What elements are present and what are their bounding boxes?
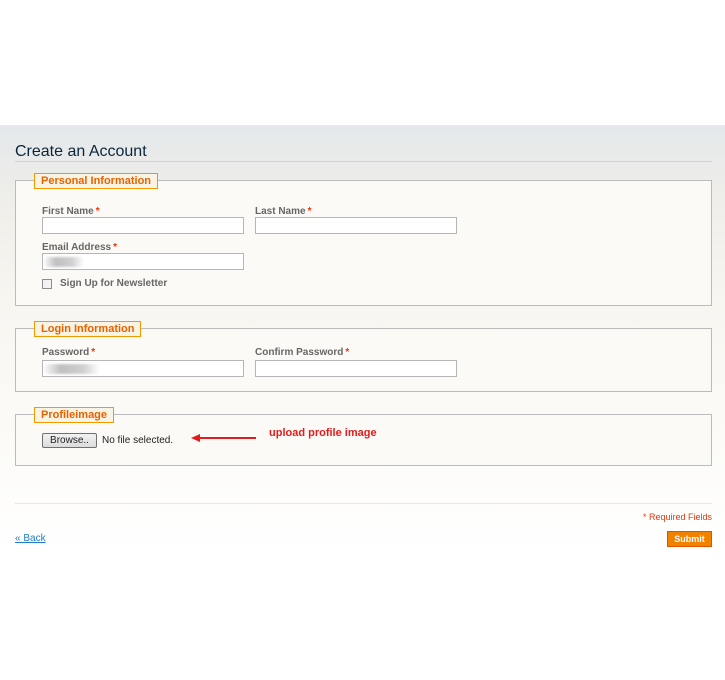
redacted-value bbox=[44, 257, 84, 267]
last-name-input[interactable] bbox=[255, 217, 457, 234]
required-fields-note: * Required Fields bbox=[642, 512, 712, 522]
last-name-label-text: Last Name bbox=[255, 206, 306, 217]
required-asterisk: * bbox=[91, 347, 96, 358]
first-name-input[interactable] bbox=[42, 217, 244, 234]
email-label-text: Email Address bbox=[42, 242, 112, 253]
page-title: Create an Account bbox=[15, 143, 147, 160]
last-name-label: Last Name * bbox=[255, 206, 311, 217]
personal-information-legend: Personal Information bbox=[34, 173, 159, 189]
email-input[interactable] bbox=[42, 253, 244, 270]
upload-annotation: upload profile image bbox=[269, 427, 377, 439]
email-label: Email Address * bbox=[42, 242, 117, 253]
confirm-password-label: Confirm Password * bbox=[255, 347, 349, 358]
required-asterisk: * bbox=[95, 206, 100, 217]
password-input[interactable] bbox=[42, 360, 244, 377]
title-divider bbox=[15, 161, 712, 162]
newsletter-label: Sign Up for Newsletter bbox=[60, 278, 168, 289]
first-name-label-text: First Name bbox=[42, 206, 94, 217]
required-asterisk: * bbox=[345, 347, 350, 358]
back-link[interactable]: « Back bbox=[15, 533, 46, 544]
profile-image-fieldset: Profileimage Browse.. No file selected. … bbox=[15, 407, 712, 466]
confirm-password-input[interactable] bbox=[255, 360, 457, 377]
required-asterisk: * bbox=[113, 242, 118, 253]
required-asterisk: * bbox=[307, 206, 312, 217]
browse-file-button[interactable]: Browse.. bbox=[42, 433, 97, 448]
submit-button[interactable]: Submit bbox=[667, 531, 712, 547]
personal-information-fieldset: Personal Information First Name * Last Na… bbox=[15, 173, 712, 306]
redacted-value bbox=[44, 364, 100, 374]
buttons-divider bbox=[15, 503, 712, 504]
newsletter-checkbox[interactable] bbox=[42, 279, 52, 289]
profile-image-legend: Profileimage bbox=[34, 407, 115, 423]
account-page: Create an Account Personal Information F… bbox=[0, 125, 725, 555]
password-label-text: Password bbox=[42, 347, 90, 358]
confirm-password-label-text: Confirm Password bbox=[255, 347, 344, 358]
login-information-legend: Login Information bbox=[34, 321, 142, 337]
file-status-text: No file selected. bbox=[102, 435, 174, 446]
login-information-fieldset: Login Information Password * Confirm Pass… bbox=[15, 321, 712, 392]
left-arrow-icon bbox=[191, 434, 256, 442]
first-name-label: First Name * bbox=[42, 206, 100, 217]
password-label: Password * bbox=[42, 347, 95, 358]
